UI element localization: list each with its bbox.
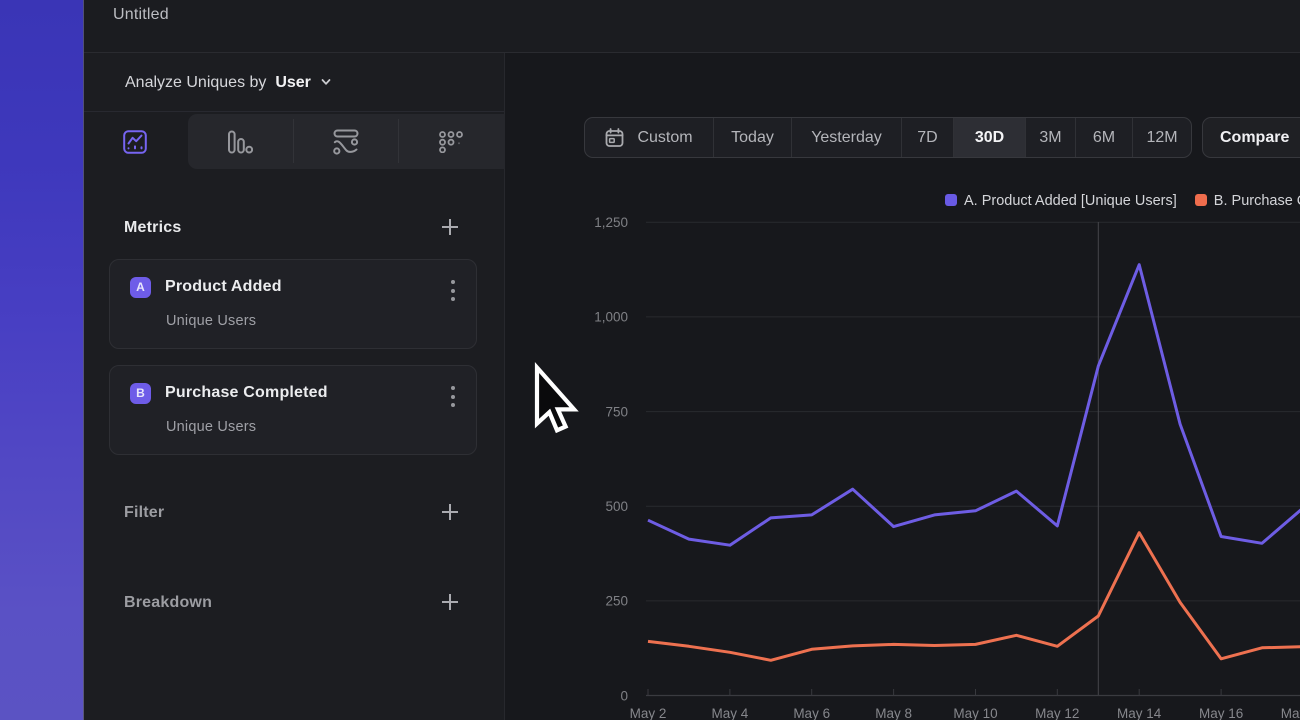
svg-text:May 12: May 12 [1035, 706, 1079, 720]
svg-text:May 10: May 10 [953, 706, 997, 720]
svg-text:500: 500 [605, 499, 628, 514]
svg-text:May 4: May 4 [712, 706, 749, 720]
svg-text:May 6: May 6 [793, 706, 830, 720]
svg-text:250: 250 [605, 594, 628, 609]
svg-text:May 18: May 18 [1281, 706, 1300, 720]
svg-text:May 16: May 16 [1199, 706, 1243, 720]
svg-text:May 8: May 8 [875, 706, 912, 720]
svg-text:0: 0 [620, 688, 628, 703]
svg-text:750: 750 [605, 404, 628, 419]
svg-text:May 2: May 2 [630, 706, 667, 720]
svg-text:1,000: 1,000 [594, 310, 628, 325]
svg-text:1,250: 1,250 [594, 215, 628, 230]
svg-text:May 14: May 14 [1117, 706, 1162, 720]
